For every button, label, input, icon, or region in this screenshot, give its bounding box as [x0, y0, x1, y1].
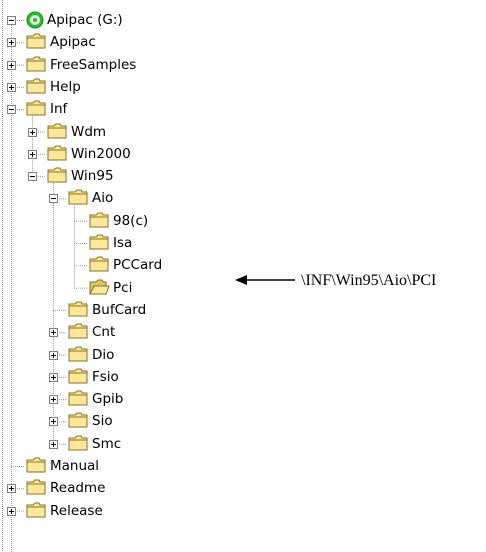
- tree-item-label[interactable]: 98(c): [113, 213, 148, 229]
- expand-plus-icon[interactable]: [49, 417, 58, 427]
- path-annotation: \INF\Win95\Aio\PCI: [301, 272, 437, 289]
- tree-item-label[interactable]: Aio: [92, 190, 113, 206]
- tree-root-label[interactable]: Apipac (G:): [47, 12, 123, 28]
- expand-plus-icon[interactable]: [49, 372, 58, 382]
- tree-item-label[interactable]: Dio: [92, 347, 114, 363]
- folder-icon: [47, 145, 67, 161]
- tree-item-label[interactable]: Manual: [50, 458, 99, 474]
- folder-icon: [68, 390, 88, 406]
- collapse-minus-icon[interactable]: [49, 194, 58, 204]
- arrow-left-icon: [235, 275, 295, 285]
- expand-plus-icon[interactable]: [49, 328, 58, 338]
- tree-item-label[interactable]: Sio: [92, 413, 113, 429]
- folder-icon: [47, 167, 67, 183]
- tree-item-label[interactable]: Gpib: [92, 391, 123, 407]
- expand-plus-icon[interactable]: [49, 439, 58, 449]
- folder-icon: [89, 256, 109, 272]
- folder-icon: [26, 33, 46, 49]
- tree-item-label[interactable]: Wdm: [71, 124, 106, 140]
- tree-item-label[interactable]: Isa: [113, 235, 132, 251]
- expand-plus-icon[interactable]: [7, 484, 16, 494]
- folder-icon: [89, 212, 109, 228]
- folder-icon: [89, 234, 109, 250]
- tree-item-label[interactable]: BufCard: [92, 302, 146, 318]
- tree-item-label[interactable]: Win95: [71, 168, 114, 184]
- expand-plus-icon[interactable]: [7, 60, 16, 70]
- folder-icon: [68, 301, 88, 317]
- tree-item-label[interactable]: Release: [50, 503, 103, 519]
- folder-icon: [68, 189, 88, 205]
- tree-item-label[interactable]: Readme: [50, 480, 105, 496]
- tree-item-label[interactable]: Win2000: [71, 146, 131, 162]
- expand-plus-icon[interactable]: [7, 38, 16, 48]
- folder-icon: [26, 78, 46, 94]
- folder-icon: [68, 368, 88, 384]
- folder-icon: [26, 56, 46, 72]
- folder-icon: [68, 323, 88, 339]
- folder-icon: [26, 457, 46, 473]
- expand-plus-icon[interactable]: [7, 506, 16, 516]
- tree-item-label[interactable]: Inf: [50, 101, 67, 117]
- collapse-minus-icon[interactable]: [7, 16, 16, 25]
- folder-icon: [68, 435, 88, 451]
- tree-item-label[interactable]: Smc: [92, 436, 121, 452]
- tree-item-label[interactable]: Pci: [113, 280, 132, 296]
- expand-plus-icon[interactable]: [28, 149, 37, 159]
- cd-drive-icon: [26, 11, 44, 29]
- expand-plus-icon[interactable]: [49, 350, 58, 360]
- folder-open-icon: [89, 279, 110, 295]
- folder-icon: [26, 502, 46, 518]
- expand-plus-icon[interactable]: [49, 395, 58, 405]
- folder-icon: [68, 346, 88, 361]
- tree-item-label[interactable]: Cnt: [92, 324, 115, 340]
- expand-plus-icon[interactable]: [28, 127, 37, 137]
- collapse-minus-icon[interactable]: [7, 105, 16, 115]
- expand-plus-icon[interactable]: [7, 82, 16, 92]
- tree-item-label[interactable]: Help: [50, 79, 81, 95]
- folder-icon: [26, 479, 46, 495]
- folder-icon: [26, 100, 46, 116]
- tree-item-label[interactable]: Apipac: [50, 34, 96, 50]
- tree-item-label[interactable]: Fsio: [92, 369, 119, 385]
- collapse-minus-icon[interactable]: [28, 172, 37, 182]
- tree-item-label[interactable]: PCCard: [113, 257, 162, 273]
- folder-icon: [47, 123, 67, 138]
- tree-item-label[interactable]: FreeSamples: [50, 57, 136, 73]
- folder-icon: [68, 412, 88, 428]
